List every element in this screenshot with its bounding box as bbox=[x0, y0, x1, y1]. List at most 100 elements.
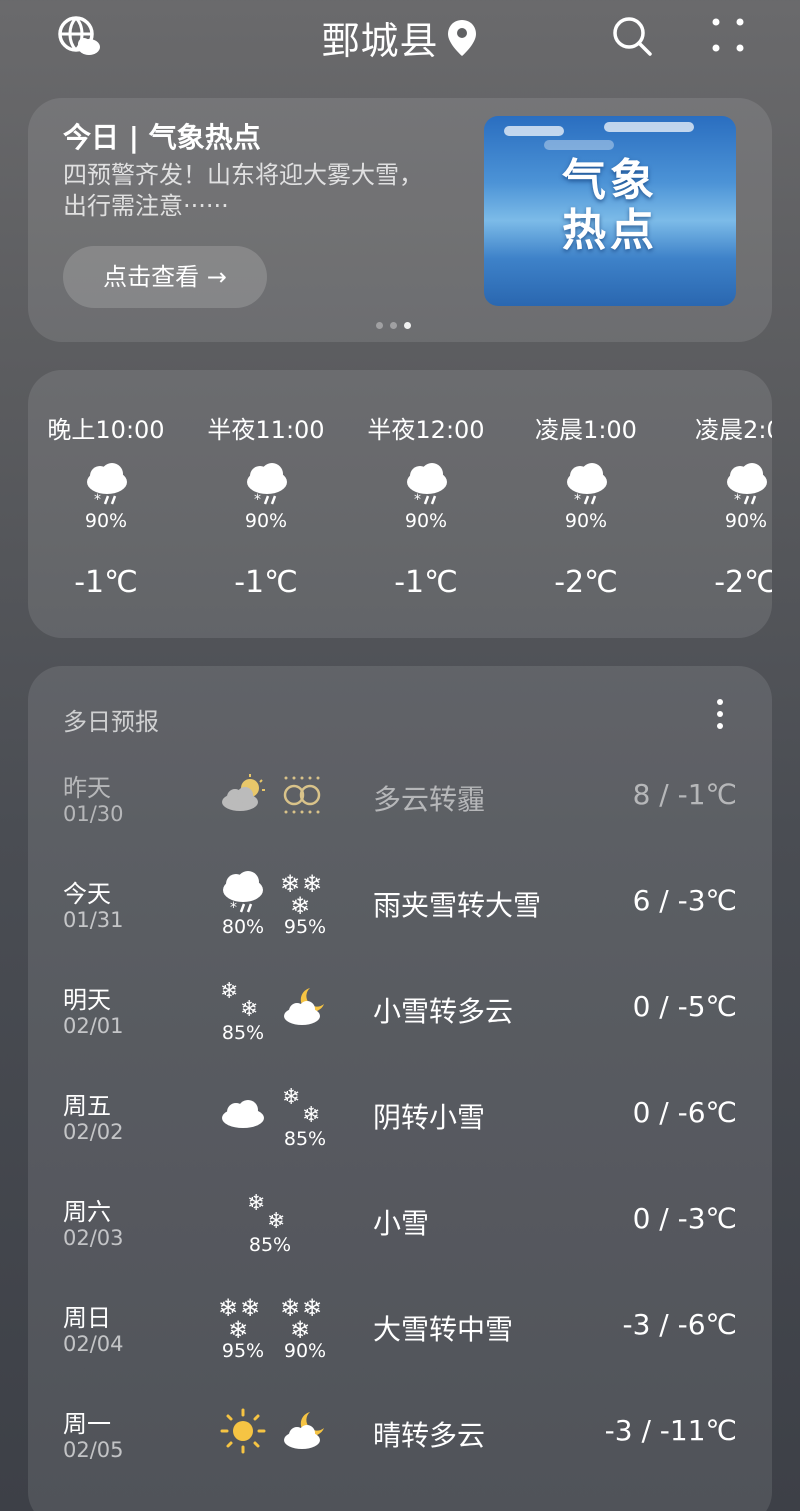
news-card[interactable]: 今日 | 气象热点 四预警齐发！山东将迎大雾大雪，出行需注意······ 点击查… bbox=[28, 98, 772, 342]
hour-time: 半夜12:00 bbox=[367, 416, 485, 444]
hour-temperature: -1℃ bbox=[234, 565, 298, 600]
more-dots-icon[interactable] bbox=[706, 14, 750, 58]
precipitation-probability: 90% bbox=[724, 510, 768, 532]
news-image[interactable]: 气象 热点 bbox=[484, 116, 736, 306]
hour-temperature: -2℃ bbox=[714, 565, 772, 600]
snow-rain-cloud-icon: * bbox=[562, 462, 610, 508]
daily-row[interactable]: 周日 02/04 ❄ ❄ ❄ 95% ❄ ❄ ❄ 90% 大雪转中雪 -3 / -6℃ bbox=[28, 1294, 772, 1404]
day-date: 02/04 bbox=[63, 1332, 124, 1356]
day-name: 明天 bbox=[63, 986, 111, 1014]
temperature-range: 6 / -3℃ bbox=[632, 884, 737, 917]
daily-row[interactable]: 明天 02/01 ❄ ❄ 85% 小雪转多云 0 / -5℃ bbox=[28, 979, 772, 1086]
day-date: 01/31 bbox=[63, 908, 124, 932]
temperature-range: 8 / -1℃ bbox=[632, 778, 737, 811]
hourly-item: 凌晨1:00 * 90% -2℃ bbox=[506, 370, 666, 638]
snow-rain-cloud-icon: * bbox=[82, 462, 130, 508]
top-bar: 鄄城县 bbox=[0, 0, 800, 80]
daily-forecast-title: 多日预报 bbox=[63, 708, 159, 736]
hour-temperature: -1℃ bbox=[394, 565, 458, 600]
precipitation-probability: 90% bbox=[564, 510, 608, 532]
svg-text:❄: ❄ bbox=[267, 1209, 285, 1234]
weather-description: 阴转小雪 bbox=[373, 1101, 486, 1134]
snow-rain-cloud-icon: * bbox=[218, 870, 268, 916]
svg-text:❄: ❄ bbox=[228, 1316, 248, 1340]
carousel-dot-active bbox=[404, 322, 411, 329]
svg-text:*: * bbox=[230, 900, 237, 916]
partly-cloudy-icon bbox=[218, 772, 268, 818]
city-title[interactable]: 鄄城县 bbox=[0, 10, 800, 65]
news-image-text-1: 气象 bbox=[562, 155, 658, 206]
precipitation-probability: 85% bbox=[221, 1022, 265, 1044]
carousel-dot bbox=[390, 322, 397, 329]
snow-rain-cloud-icon: * bbox=[402, 462, 450, 508]
precipitation-probability: 90% bbox=[404, 510, 448, 532]
hourly-item: 半夜11:00 * 90% -1℃ bbox=[186, 370, 346, 638]
svg-text:❄: ❄ bbox=[290, 1316, 310, 1340]
svg-text:*: * bbox=[94, 492, 101, 508]
daily-row[interactable]: 今天 01/31 * 80% ❄ ❄ ❄ 95% 雨夹雪转大雪 6 / -3℃ bbox=[28, 870, 772, 980]
precipitation-probability: 90% bbox=[283, 1340, 327, 1362]
daily-row[interactable]: 周一 02/05 晴转多云 -3 / -11℃ bbox=[28, 1404, 772, 1510]
light-snow-icon: ❄ ❄ bbox=[245, 1188, 295, 1234]
city-name: 鄄城县 bbox=[321, 19, 439, 63]
snow-rain-cloud-icon: * bbox=[722, 462, 770, 508]
daily-row[interactable]: 周五 02/02 ❄ ❄ 85% 阴转小雪 0 / -6℃ bbox=[28, 1085, 772, 1192]
precipitation-probability: 85% bbox=[283, 1128, 327, 1150]
heavy-snow-icon: ❄ ❄ ❄ bbox=[280, 1294, 330, 1344]
snow-rain-cloud-icon: * bbox=[242, 462, 290, 508]
hour-time: 晚上10:00 bbox=[47, 416, 165, 444]
day-date: 02/03 bbox=[63, 1226, 124, 1250]
weather-description: 大雪转中雪 bbox=[373, 1313, 514, 1346]
temperature-range: 0 / -3℃ bbox=[632, 1202, 737, 1235]
carousel-dots bbox=[376, 314, 418, 333]
location-pin-icon bbox=[445, 18, 479, 58]
svg-text:*: * bbox=[414, 492, 421, 508]
day-name: 周一 bbox=[63, 1410, 111, 1438]
precipitation-probability: 80% bbox=[221, 916, 265, 938]
daily-forecast: 多日预报 昨天 01/30 多云转霾 8 / -1℃ 今天 01/31 * 80% ❄ ❄ ❄ 95%… bbox=[28, 666, 772, 1511]
hourly-item: 半夜12:00 * 90% -1℃ bbox=[346, 370, 506, 638]
overcast-icon bbox=[218, 1090, 268, 1136]
carousel-dot bbox=[376, 322, 383, 329]
precipitation-probability: 85% bbox=[248, 1234, 292, 1256]
temperature-range: 0 / -6℃ bbox=[632, 1096, 737, 1129]
svg-text:❄: ❄ bbox=[282, 1085, 300, 1110]
view-details-button[interactable]: 点击查看 → bbox=[63, 246, 267, 308]
hourly-forecast[interactable]: 晚上10:00 * 90% -1℃ 半夜11:00 * 90% -1℃ 半夜12:00 * 90% -… bbox=[28, 370, 772, 638]
day-date: 02/02 bbox=[63, 1120, 124, 1144]
hour-time: 凌晨1:00 bbox=[535, 416, 637, 444]
news-description: 四预警齐发！山东将迎大雾大雪，出行需注意······ bbox=[63, 161, 423, 220]
hour-time: 半夜11:00 bbox=[207, 416, 325, 444]
weather-description: 小雪转多云 bbox=[373, 995, 514, 1028]
svg-text:*: * bbox=[734, 492, 741, 508]
news-image-text-2: 热点 bbox=[562, 205, 658, 256]
hour-temperature: -2℃ bbox=[554, 565, 618, 600]
day-date: 02/05 bbox=[63, 1438, 124, 1462]
temperature-range: -3 / -6℃ bbox=[622, 1308, 737, 1341]
daily-row[interactable]: 昨天 01/30 多云转霾 8 / -1℃ bbox=[28, 768, 772, 874]
search-icon[interactable] bbox=[610, 14, 654, 58]
weather-description: 多云转霾 bbox=[373, 783, 486, 816]
svg-text:*: * bbox=[254, 492, 261, 508]
hourly-item: 凌晨2:00 * 90% -2℃ bbox=[666, 370, 772, 638]
svg-text:❄: ❄ bbox=[220, 979, 238, 1004]
day-date: 02/01 bbox=[63, 1014, 124, 1038]
light-snow-icon: ❄ ❄ bbox=[280, 1082, 330, 1128]
precipitation-probability: 95% bbox=[283, 916, 327, 938]
news-title: 今日 | 气象热点 bbox=[63, 121, 261, 154]
day-name: 昨天 bbox=[63, 774, 111, 802]
heavy-snow-icon: ❄ ❄ ❄ bbox=[280, 870, 330, 920]
daily-row[interactable]: 周六 02/03 ❄ ❄ 85% 小雪 0 / -3℃ bbox=[28, 1191, 772, 1298]
haze-icon bbox=[280, 772, 330, 818]
svg-text:❄: ❄ bbox=[247, 1191, 265, 1216]
temperature-range: -3 / -11℃ bbox=[604, 1414, 737, 1447]
day-date: 01/30 bbox=[63, 802, 124, 826]
partly-cloudy-night-icon bbox=[280, 984, 330, 1030]
heavy-snow-icon: ❄ ❄ ❄ bbox=[218, 1294, 268, 1344]
precipitation-probability: 90% bbox=[84, 510, 128, 532]
light-snow-icon: ❄ ❄ bbox=[218, 976, 268, 1022]
precipitation-probability: 95% bbox=[221, 1340, 265, 1362]
day-name: 今天 bbox=[63, 880, 111, 908]
more-vertical-icon[interactable] bbox=[704, 694, 736, 734]
precipitation-probability: 90% bbox=[244, 510, 288, 532]
